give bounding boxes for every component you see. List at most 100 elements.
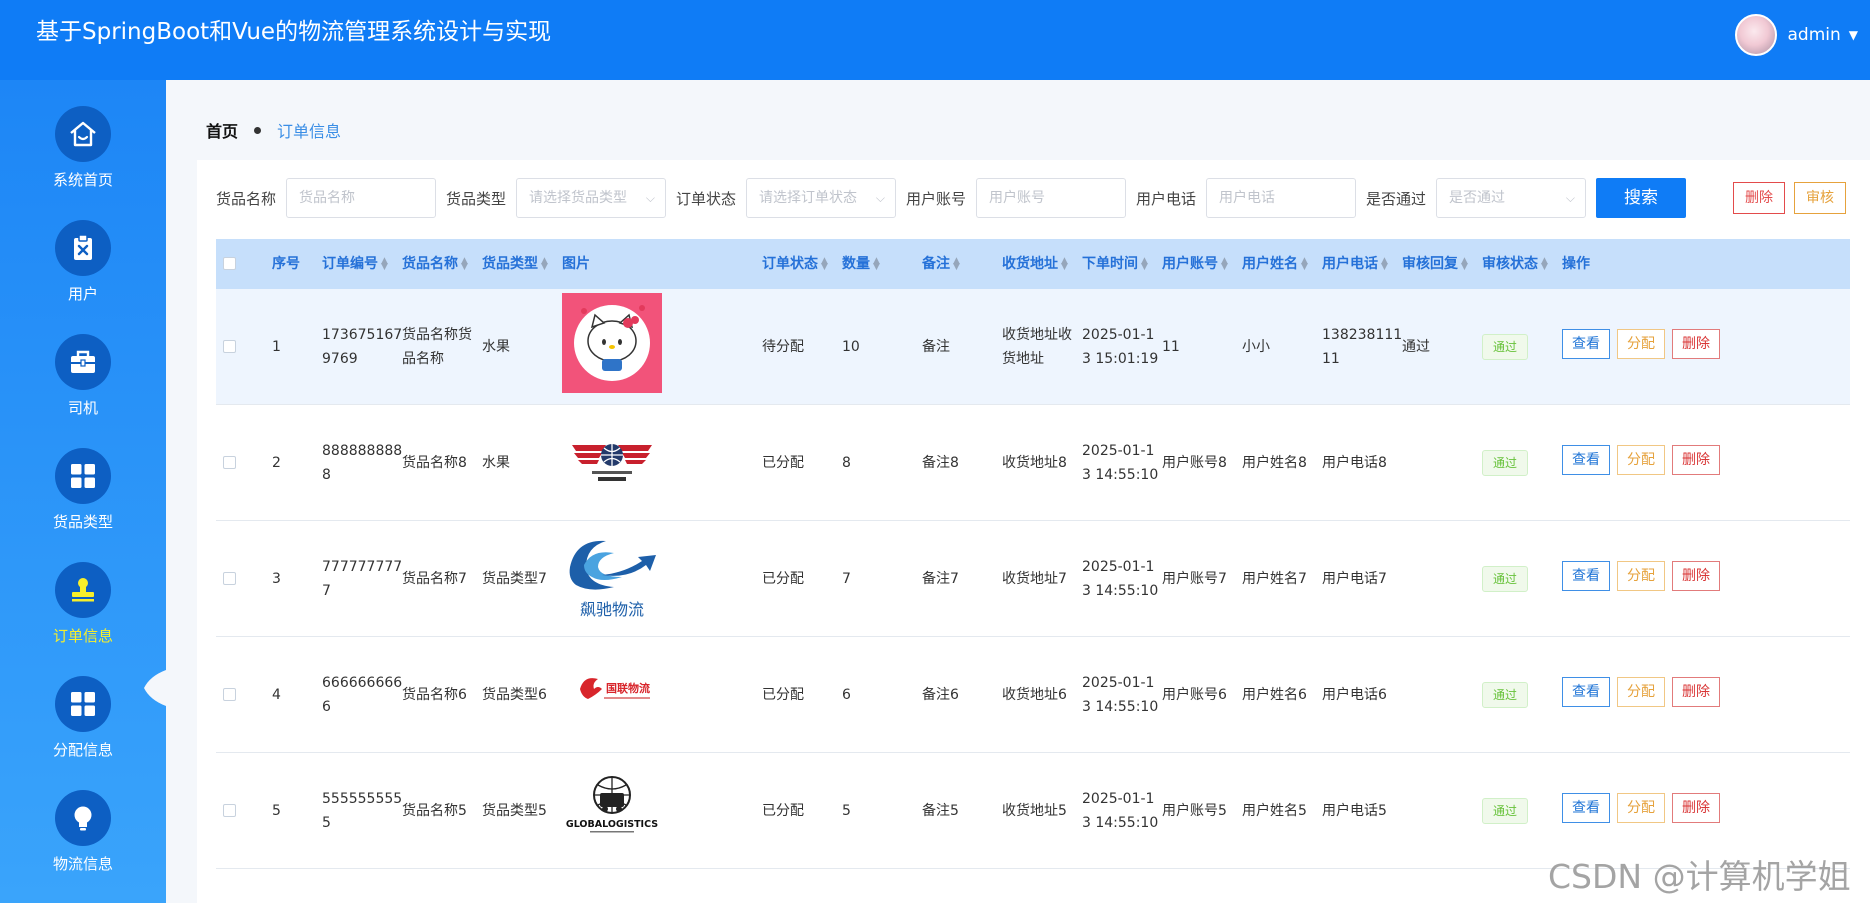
cell-line: 9769 xyxy=(322,351,358,367)
cell-status: 已分配 xyxy=(762,455,804,471)
sort-icon[interactable]: ▲ ▼ xyxy=(873,257,881,272)
assign-button[interactable]: 分配 xyxy=(1617,445,1665,475)
cell-qty: 8 xyxy=(842,455,851,471)
table-row[interactable]: 3 777777777 7 货品名称7 货品类型7 飙驰物流 已分配 7 备注7 … xyxy=(216,521,1850,637)
sort-icon[interactable]: ▲ ▼ xyxy=(953,257,961,272)
cell-goods-name: 货品名称6 xyxy=(402,687,467,703)
view-button[interactable]: 查看 xyxy=(1562,677,1610,707)
sidebar-item-users[interactable]: 用户 xyxy=(0,194,166,308)
th-qty[interactable]: 数量 ▲ ▼ xyxy=(842,239,881,289)
batch-audit-button[interactable]: 审核 xyxy=(1794,182,1846,214)
sort-icon[interactable]: ▲ ▼ xyxy=(821,257,829,272)
active-indicator xyxy=(144,670,166,706)
sort-icon[interactable]: ▲ ▼ xyxy=(1221,257,1229,272)
app-title: 基于SpringBoot和Vue的物流管理系统设计与实现 xyxy=(36,19,552,45)
row-checkbox[interactable] xyxy=(223,572,236,585)
sidebar-item-drivers[interactable]: 司机 xyxy=(0,308,166,422)
delete-button[interactable]: 删除 xyxy=(1672,329,1720,359)
delete-button[interactable]: 删除 xyxy=(1672,793,1720,823)
view-button[interactable]: 查看 xyxy=(1562,561,1610,591)
th-address[interactable]: 收货地址 ▲ ▼ xyxy=(1002,239,1069,289)
sort-icon[interactable]: ▲ ▼ xyxy=(1381,257,1389,272)
goods-type-select[interactable]: 请选择货品类型 ⌵ xyxy=(516,178,666,218)
th-goods-name[interactable]: 货品名称 ▲ ▼ xyxy=(402,239,469,289)
breadcrumb-home[interactable]: 首页 xyxy=(206,118,238,142)
cell-line: 888888888 xyxy=(322,443,403,459)
cell-line: 2025-01-1 xyxy=(1082,791,1155,807)
goods-image-hello-kitty[interactable] xyxy=(562,293,662,393)
lightbulb-icon xyxy=(55,790,111,846)
th-order-no[interactable]: 订单编号 ▲ ▼ xyxy=(322,239,389,289)
sort-icon[interactable]: ▲ ▼ xyxy=(461,257,469,272)
avatar[interactable] xyxy=(1735,14,1778,56)
cell-qty: 7 xyxy=(842,571,851,587)
cell-reply: 通过 xyxy=(1402,339,1430,355)
user-phone-input[interactable]: 用户电话 xyxy=(1206,178,1356,218)
user-account-input[interactable]: 用户账号 xyxy=(976,178,1126,218)
user-menu[interactable]: admin ▼ xyxy=(1735,14,1858,56)
row-checkbox[interactable] xyxy=(223,804,236,817)
sidebar-item-assignment[interactable]: 分配信息 xyxy=(0,650,166,764)
cell-goods-type: 货品类型7 xyxy=(482,571,547,587)
goods-image-globalogistics-logo[interactable]: GLOBALOGISTICS xyxy=(562,761,662,861)
table-row[interactable]: 4 666666666 6 货品名称6 货品类型6 国联物流 已分配 6 备注6 … xyxy=(216,637,1850,753)
assign-button[interactable]: 分配 xyxy=(1617,677,1665,707)
sort-icon[interactable]: ▲ ▼ xyxy=(1061,257,1069,272)
th-user-name[interactable]: 用户姓名 ▲ ▼ xyxy=(1242,239,1309,289)
goods-image-red-bird-logo[interactable]: 国联物流 xyxy=(562,645,662,745)
th-reply[interactable]: 审核回复 ▲ ▼ xyxy=(1402,239,1469,289)
filter-label-user-account: 用户账号 xyxy=(906,190,967,208)
cell-user-name: 小小 xyxy=(1242,339,1270,355)
table-header: 序号 订单编号 ▲ ▼ 货品名称 ▲ ▼ 货品类型 ▲ ▼ 图片 订单状态 ▲ ▼ 数量 ▲ ▼ 备… xyxy=(216,239,1850,289)
goods-image-wings-logo[interactable] xyxy=(562,413,662,513)
row-checkbox[interactable] xyxy=(223,340,236,353)
cell-user-name: 用户姓名8 xyxy=(1242,455,1307,471)
th-status[interactable]: 订单状态 ▲ ▼ xyxy=(762,239,829,289)
assign-button[interactable]: 分配 xyxy=(1617,329,1665,359)
goods-name-placeholder: 货品名称 xyxy=(299,190,355,206)
goods-image-swoosh-logo[interactable]: 飙驰物流 xyxy=(562,527,662,627)
th-account[interactable]: 用户账号 ▲ ▼ xyxy=(1162,239,1229,289)
cell-line: 3 15:01:19 xyxy=(1082,351,1159,367)
delete-button[interactable]: 删除 xyxy=(1672,677,1720,707)
table-row[interactable]: 2 888888888 8 货品名称8 水果 已分配 8 备注8 收货地址8 20… xyxy=(216,405,1850,521)
sort-icon[interactable]: ▲ ▼ xyxy=(381,257,389,272)
row-checkbox[interactable] xyxy=(223,456,236,469)
breadcrumb-current: 订单信息 xyxy=(277,122,342,141)
sort-icon[interactable]: ▲ ▼ xyxy=(1301,257,1309,272)
th-time[interactable]: 下单时间 ▲ ▼ xyxy=(1082,239,1149,289)
approved-select[interactable]: 是否通过 ⌵ xyxy=(1436,178,1586,218)
delete-button[interactable]: 删除 xyxy=(1672,561,1720,591)
delete-button[interactable]: 删除 xyxy=(1672,445,1720,475)
select-all-checkbox[interactable] xyxy=(223,257,236,270)
th-remark[interactable]: 备注 ▲ ▼ xyxy=(922,239,961,289)
search-button[interactable]: 搜索 xyxy=(1596,178,1686,218)
caret-down-icon[interactable]: ▼ xyxy=(1849,28,1858,42)
view-button[interactable]: 查看 xyxy=(1562,329,1610,359)
batch-delete-button[interactable]: 删除 xyxy=(1733,182,1785,214)
sidebar-item-logistics[interactable]: 物流信息 xyxy=(0,764,166,878)
view-button[interactable]: 查看 xyxy=(1562,793,1610,823)
th-goods-type[interactable]: 货品类型 ▲ ▼ xyxy=(482,239,549,289)
row-checkbox[interactable] xyxy=(223,688,236,701)
assign-button[interactable]: 分配 xyxy=(1617,793,1665,823)
sidebar-item-home[interactable]: 系统首页 xyxy=(0,80,166,194)
cell-address: 收货地址7 xyxy=(1002,571,1067,587)
sidebar-item-goods-type[interactable]: 货品类型 xyxy=(0,422,166,536)
goods-name-input[interactable]: 货品名称 xyxy=(286,178,436,218)
table-row[interactable]: 1 173675167 9769 货品名称货 品名称 水果 待分配 10 备注 收货… xyxy=(216,289,1850,405)
th-audit[interactable]: 审核状态 ▲ ▼ xyxy=(1482,239,1549,289)
sort-icon[interactable]: ▲ ▼ xyxy=(1141,257,1149,272)
sidebar-item-orders[interactable]: 订单信息 xyxy=(0,536,166,650)
order-status-select[interactable]: 请选择订单状态 ⌵ xyxy=(746,178,896,218)
filter-label-goods-name: 货品名称 xyxy=(216,190,277,208)
sort-icon[interactable]: ▲ ▼ xyxy=(1541,257,1549,272)
th-phone[interactable]: 用户电话 ▲ ▼ xyxy=(1322,239,1389,289)
username[interactable]: admin xyxy=(1787,25,1840,45)
view-button[interactable]: 查看 xyxy=(1562,445,1610,475)
sort-icon[interactable]: ▲ ▼ xyxy=(541,257,549,272)
cell-order-no: 173675167 9769 xyxy=(322,323,402,371)
sort-icon[interactable]: ▲ ▼ xyxy=(1461,257,1469,272)
assign-button[interactable]: 分配 xyxy=(1617,561,1665,591)
cell-goods-type: 水果 xyxy=(482,339,510,355)
